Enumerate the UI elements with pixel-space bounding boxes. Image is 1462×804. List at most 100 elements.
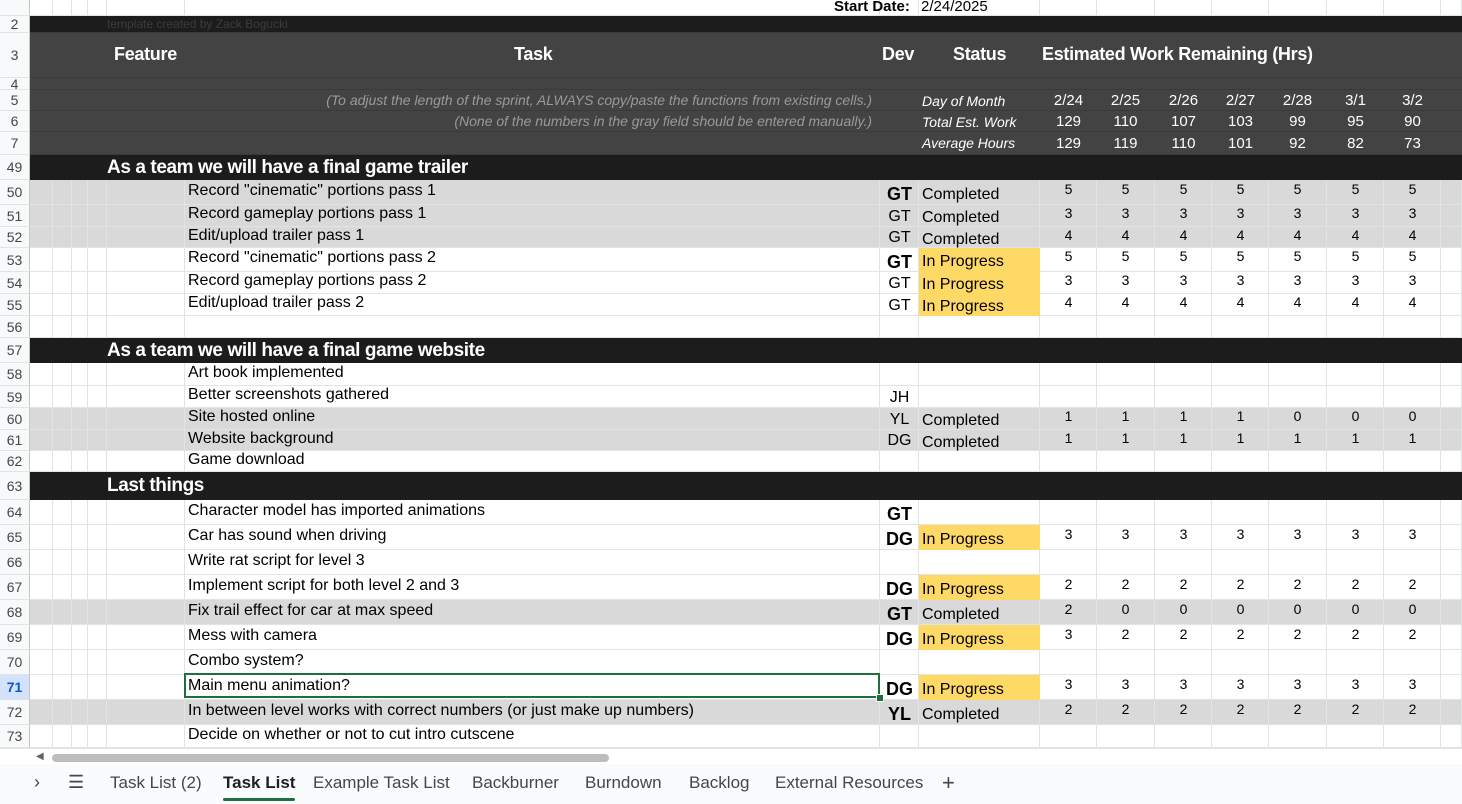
grid-cell[interactable] bbox=[107, 600, 185, 625]
grid-cell[interactable] bbox=[919, 650, 1040, 675]
grid-cell[interactable] bbox=[1327, 363, 1384, 386]
row-header[interactable]: 53 bbox=[0, 248, 30, 272]
grid-cell[interactable] bbox=[53, 227, 72, 248]
grid-cell[interactable] bbox=[107, 248, 185, 272]
grid-cell[interactable] bbox=[72, 408, 88, 430]
grid-cell[interactable] bbox=[30, 625, 53, 650]
row-header[interactable]: 56 bbox=[0, 316, 30, 338]
grid-cell[interactable] bbox=[72, 675, 88, 700]
grid-cell[interactable] bbox=[1097, 363, 1155, 386]
grid-cell[interactable] bbox=[880, 451, 919, 472]
grid-cell[interactable] bbox=[107, 430, 185, 451]
grid-cell[interactable] bbox=[53, 600, 72, 625]
grid-cell[interactable] bbox=[53, 0, 72, 16]
grid-cell[interactable] bbox=[1384, 550, 1441, 575]
grid-cell[interactable] bbox=[88, 575, 107, 600]
grid-cell[interactable] bbox=[72, 227, 88, 248]
grid-cell[interactable] bbox=[30, 272, 53, 294]
grid-cell[interactable] bbox=[1097, 386, 1155, 408]
grid-cell[interactable] bbox=[72, 525, 88, 550]
row-header[interactable]: 70 bbox=[0, 650, 30, 675]
grid-cell[interactable] bbox=[53, 650, 72, 675]
grid-cell[interactable] bbox=[1155, 386, 1212, 408]
grid-cell[interactable] bbox=[1155, 650, 1212, 675]
row-header[interactable]: 71 bbox=[0, 675, 30, 700]
grid-cell[interactable] bbox=[107, 650, 185, 675]
grid-cell[interactable] bbox=[1269, 500, 1327, 525]
grid-cell[interactable] bbox=[1040, 451, 1097, 472]
grid-cell[interactable] bbox=[1327, 500, 1384, 525]
grid-cell[interactable] bbox=[919, 500, 1040, 525]
row-header[interactable]: 4 bbox=[0, 76, 30, 92]
row-header[interactable]: 61 bbox=[0, 430, 30, 451]
grid-cell[interactable] bbox=[107, 363, 185, 386]
row-header[interactable]: 59 bbox=[0, 386, 30, 408]
grid-cell[interactable] bbox=[72, 725, 88, 748]
grid-cell[interactable] bbox=[53, 294, 72, 316]
grid-cell[interactable] bbox=[1441, 550, 1462, 575]
grid-cell[interactable] bbox=[88, 363, 107, 386]
grid-cell[interactable] bbox=[88, 272, 107, 294]
grid-cell[interactable] bbox=[107, 625, 185, 650]
grid-cell[interactable] bbox=[107, 675, 185, 700]
grid-cell[interactable] bbox=[72, 700, 88, 725]
grid-cell[interactable] bbox=[53, 430, 72, 451]
grid-cell[interactable] bbox=[107, 725, 185, 748]
grid-cell[interactable] bbox=[1441, 430, 1462, 451]
grid-cell[interactable] bbox=[30, 430, 53, 451]
grid-cell[interactable] bbox=[72, 386, 88, 408]
grid-cell[interactable] bbox=[53, 700, 72, 725]
grid-cell[interactable] bbox=[53, 205, 72, 227]
grid-cell[interactable] bbox=[1441, 700, 1462, 725]
grid-cell[interactable] bbox=[88, 675, 107, 700]
grid-cell[interactable] bbox=[1040, 386, 1097, 408]
grid-cell[interactable] bbox=[1441, 525, 1462, 550]
grid-cell[interactable] bbox=[1212, 451, 1269, 472]
grid-cell[interactable] bbox=[1269, 386, 1327, 408]
grid-cell[interactable] bbox=[1212, 725, 1269, 748]
grid-cell[interactable] bbox=[1441, 650, 1462, 675]
grid-cell[interactable] bbox=[107, 294, 185, 316]
grid-cell[interactable] bbox=[53, 451, 72, 472]
grid-cell[interactable] bbox=[1269, 0, 1327, 16]
grid-cell[interactable] bbox=[88, 248, 107, 272]
horizontal-scrollbar[interactable]: ◀ bbox=[0, 748, 1462, 765]
sheet-tab-backburner[interactable]: Backburner bbox=[472, 773, 559, 793]
all-sheets-menu-icon[interactable]: ☰ bbox=[68, 772, 84, 793]
grid-cell[interactable] bbox=[72, 294, 88, 316]
grid-cell[interactable] bbox=[185, 0, 880, 16]
scroll-left-arrow-icon[interactable]: ◀ bbox=[36, 751, 44, 762]
scrollbar-thumb[interactable] bbox=[52, 754, 609, 762]
spreadsheet-grid[interactable]: Start Date: 2/24/2025 2 template created by… bbox=[0, 0, 1462, 748]
grid-cell[interactable] bbox=[30, 451, 53, 472]
grid-cell[interactable] bbox=[88, 205, 107, 227]
grid-cell[interactable] bbox=[30, 363, 53, 386]
row-header[interactable]: 63 bbox=[0, 472, 30, 500]
grid-cell[interactable] bbox=[1327, 451, 1384, 472]
grid-cell[interactable] bbox=[72, 451, 88, 472]
grid-cell[interactable] bbox=[107, 525, 185, 550]
grid-cell[interactable] bbox=[1097, 500, 1155, 525]
grid-cell[interactable] bbox=[1212, 386, 1269, 408]
grid-cell[interactable] bbox=[1441, 725, 1462, 748]
grid-cell[interactable] bbox=[30, 650, 53, 675]
grid-cell[interactable] bbox=[72, 248, 88, 272]
grid-cell[interactable] bbox=[30, 600, 53, 625]
grid-cell[interactable] bbox=[30, 0, 53, 16]
grid-cell[interactable] bbox=[1384, 725, 1441, 748]
grid-cell[interactable] bbox=[880, 725, 919, 748]
grid-cell[interactable] bbox=[30, 294, 53, 316]
grid-cell[interactable] bbox=[1212, 0, 1269, 16]
grid-cell[interactable] bbox=[1155, 316, 1212, 338]
grid-cell[interactable] bbox=[1384, 0, 1441, 16]
grid-cell[interactable] bbox=[1327, 725, 1384, 748]
add-sheet-icon[interactable]: + bbox=[942, 770, 955, 796]
grid-cell[interactable] bbox=[1212, 550, 1269, 575]
row-header[interactable]: 54 bbox=[0, 272, 30, 294]
grid-cell[interactable] bbox=[919, 316, 1040, 338]
grid-cell[interactable] bbox=[72, 500, 88, 525]
grid-cell[interactable] bbox=[107, 0, 185, 16]
grid-cell[interactable] bbox=[1441, 386, 1462, 408]
grid-cell[interactable] bbox=[88, 430, 107, 451]
grid-cell[interactable] bbox=[1212, 316, 1269, 338]
